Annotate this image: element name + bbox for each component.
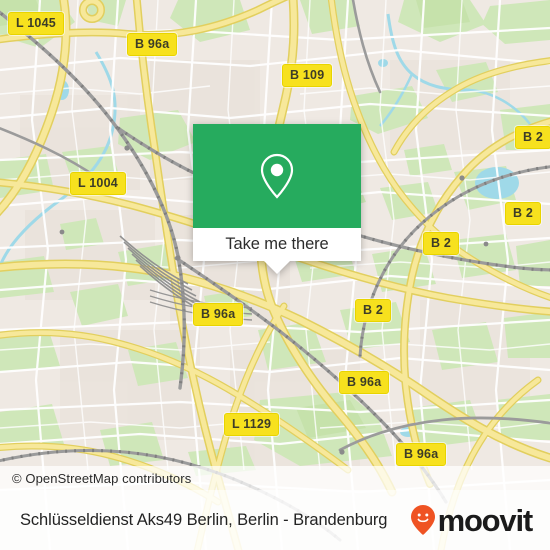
road-shield: B 2 [355, 299, 392, 322]
screenshot-root: L 1045 B 96a B 109 B 2 L 1004 B 2 B 2 B … [0, 0, 550, 550]
road-shield: L 1129 [224, 413, 280, 436]
location-callout[interactable]: Take me there [193, 124, 361, 274]
road-shield: B 2 [423, 232, 460, 255]
take-me-there-label: Take me there [225, 235, 329, 253]
callout-marker-panel [193, 124, 361, 228]
road-shield: B 96a [127, 33, 178, 56]
road-shield: B 2 [505, 202, 542, 225]
road-shield: B 2 [515, 126, 550, 149]
moovit-logo[interactable]: moovit [410, 503, 534, 538]
moovit-wordmark: moovit [437, 503, 534, 538]
callout-tail [264, 261, 290, 274]
road-shield: L 1004 [70, 172, 126, 195]
road-shield: B 96a [193, 303, 244, 326]
moovit-smiley-pin-icon [410, 505, 435, 535]
road-shield: B 96a [396, 443, 447, 466]
map-pin-icon [260, 153, 294, 199]
attribution-text: © OpenStreetMap contributors [12, 470, 192, 486]
callout-action-bar[interactable]: Take me there [193, 228, 361, 274]
road-shield: B 109 [282, 64, 333, 87]
footer-bar: Schlüsseldienst Aks49 Berlin, Berlin - B… [0, 490, 550, 550]
page-title: Schlüsseldienst Aks49 Berlin, Berlin - B… [20, 510, 388, 529]
map-attribution: © OpenStreetMap contributors [0, 466, 550, 490]
road-shield: B 96a [339, 371, 390, 394]
road-shield: L 1045 [8, 12, 64, 35]
